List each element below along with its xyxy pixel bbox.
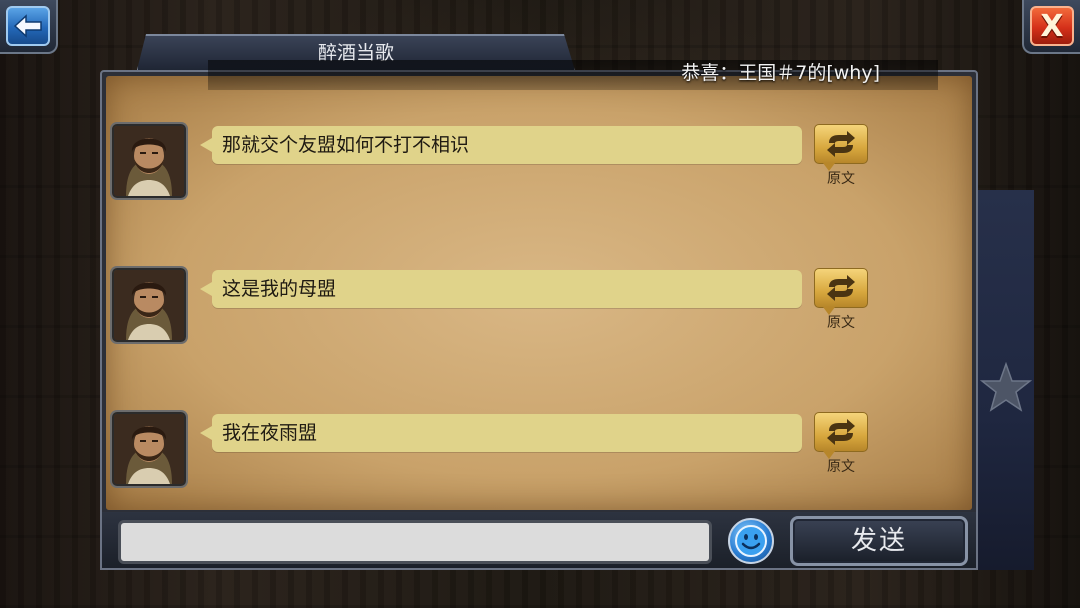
- translate-arrows-icon: [827, 275, 855, 301]
- translate-button[interactable]: [814, 268, 868, 315]
- arrow-left-icon: [13, 14, 42, 38]
- message-bubble: 这是我的母盟: [200, 270, 802, 308]
- translate-button[interactable]: [814, 124, 868, 171]
- translate-button[interactable]: [814, 412, 868, 459]
- star-icon[interactable]: [980, 362, 1032, 414]
- chat-message: 这是我的母盟 原文: [112, 268, 872, 344]
- message-text: 这是我的母盟: [222, 278, 337, 300]
- back-button[interactable]: [0, 0, 58, 54]
- avatar[interactable]: [112, 412, 186, 486]
- close-icon: X: [1030, 6, 1074, 46]
- system-announcement: 恭喜：王国＃7的[why]: [681, 62, 880, 84]
- translate-arrows-icon: [827, 419, 855, 445]
- translate-label[interactable]: 原文: [812, 312, 870, 332]
- bearded-warrior-portrait-icon: [114, 126, 184, 196]
- emoji-button[interactable]: [728, 518, 774, 564]
- smiley-icon: [735, 525, 767, 557]
- chat-message-input[interactable]: [118, 520, 712, 564]
- message-bubble: 我在夜雨盟: [200, 414, 802, 452]
- close-button[interactable]: X: [1022, 0, 1080, 54]
- avatar[interactable]: [112, 268, 186, 342]
- message-bubble: 那就交个友盟如何不打不相识: [200, 126, 802, 164]
- chat-message: 我在夜雨盟 原文: [112, 412, 872, 488]
- chat-message: 那就交个友盟如何不打不相识 原文: [112, 124, 872, 200]
- translate-label[interactable]: 原文: [812, 456, 870, 476]
- send-button[interactable]: 发送: [790, 516, 968, 566]
- bearded-warrior-portrait-icon: [114, 270, 184, 340]
- back-button-face: [6, 6, 50, 46]
- translate-label[interactable]: 原文: [812, 168, 870, 188]
- bearded-warrior-portrait-icon: [114, 414, 184, 484]
- avatar[interactable]: [112, 124, 186, 198]
- translate-arrows-icon: [827, 131, 855, 157]
- message-text: 那就交个友盟如何不打不相识: [222, 134, 470, 156]
- message-text: 我在夜雨盟: [222, 422, 318, 444]
